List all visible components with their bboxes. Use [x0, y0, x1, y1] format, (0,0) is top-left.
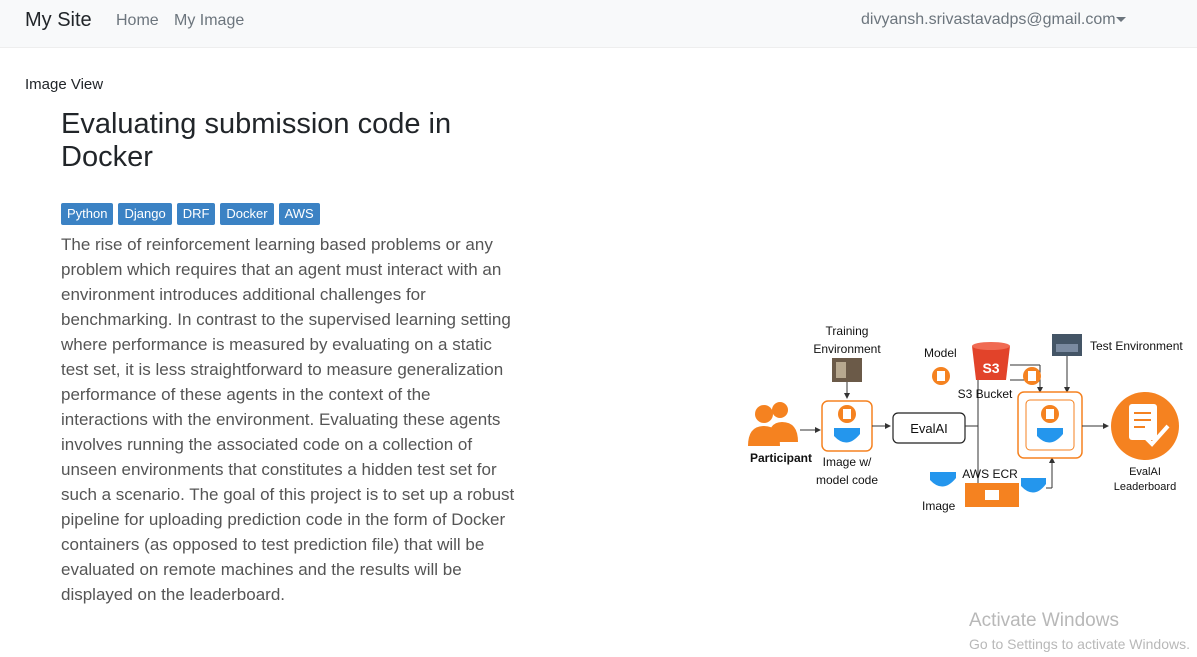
evalai-label: EvalAI	[910, 421, 948, 436]
user-menu-toggle[interactable]: divyansh.srivastavadps@gmail.com	[861, 11, 1116, 29]
participant-icon	[748, 402, 798, 446]
s3-bucket-label: S3 Bucket	[958, 387, 1013, 401]
project-description: The rise of reinforcement learning based…	[61, 235, 515, 604]
training-env-label-1: Training	[826, 324, 869, 338]
leaderboard-label-2: Leaderboard	[1114, 481, 1176, 493]
caret-down-icon[interactable]	[1116, 17, 1126, 22]
model-label: Model	[924, 346, 957, 360]
tag-aws[interactable]: AWS	[278, 203, 320, 225]
image-label: Image	[922, 499, 956, 513]
test-env-label: Test Environment	[1090, 339, 1183, 353]
navbar: My Site Home My Image divyansh.srivastav…	[0, 0, 1197, 48]
tag-docker[interactable]: Docker	[220, 203, 274, 225]
page-label: Image View	[25, 76, 104, 93]
ecr-docker-icon	[1021, 478, 1046, 493]
training-env-label-2: Environment	[813, 342, 881, 356]
tag-django[interactable]: Django	[118, 203, 172, 225]
s3-text: S3	[982, 360, 999, 376]
aws-ecr-label: AWS ECR	[962, 467, 1018, 481]
docker-image-icon	[930, 472, 956, 487]
activation-watermark: Activate Windows Go to Settings to activ…	[969, 610, 1190, 652]
architecture-diagram: Participant Training Environment Image w…	[748, 324, 1183, 513]
watermark-title: Activate Windows	[969, 610, 1119, 631]
tag-python[interactable]: Python	[61, 203, 114, 225]
image-code-label-2: model code	[816, 473, 878, 487]
nav-link-my-image[interactable]: My Image	[174, 12, 244, 30]
leaderboard-label-1: EvalAI	[1129, 466, 1161, 478]
page-title: Evaluating submission code in Docker	[61, 108, 452, 173]
participant-label: Participant	[750, 451, 812, 465]
watermark-subtitle: Go to Settings to activate Windows.	[969, 636, 1190, 652]
image-code-label-1: Image w/	[823, 455, 872, 469]
nav-link-home[interactable]: Home	[116, 12, 159, 30]
brand-link[interactable]: My Site	[25, 9, 92, 32]
tag-list: Python Django DRF Docker AWS	[61, 203, 320, 225]
tag-drf[interactable]: DRF	[176, 203, 216, 225]
